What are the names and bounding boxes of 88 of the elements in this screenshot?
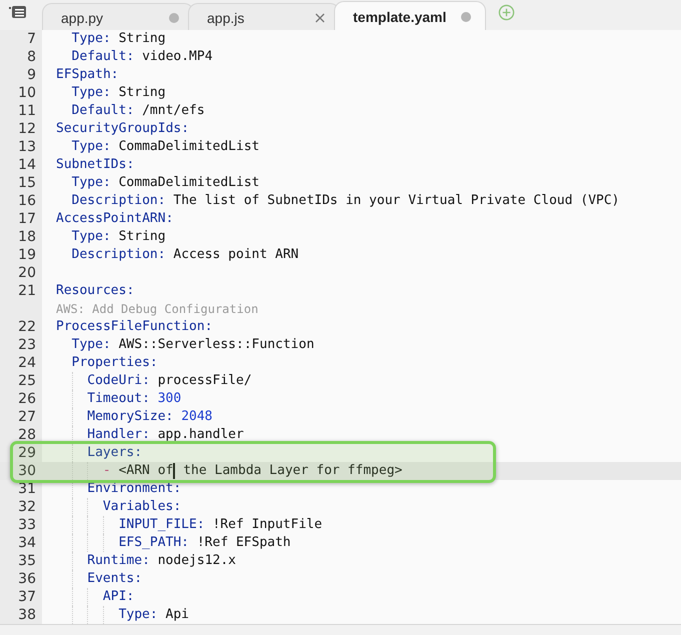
yaml-key: Type: [72, 30, 111, 48]
yaml-key: Type: [72, 84, 111, 102]
line-number: 16 [18, 193, 36, 209]
yaml-value: app.handler [158, 426, 244, 444]
line-number: 10 [18, 85, 36, 101]
code-text: the Lambda Layer for ffmpeg> [182, 462, 402, 480]
line-number: 23 [18, 337, 36, 353]
line-number: 26 [18, 391, 36, 407]
yaml-key: Type: [118, 606, 158, 624]
yaml-key: Variables: [102, 498, 182, 516]
yaml-value: String [118, 228, 166, 246]
unsaved-dot [461, 12, 471, 22]
line-number: 8 [27, 49, 36, 65]
line-number: 27 [18, 409, 36, 425]
yaml-key: CodeUri: [87, 372, 150, 390]
line-number: 7 [27, 31, 36, 47]
yaml-key: Type: [72, 174, 111, 192]
yaml-value: processFile/ [158, 372, 252, 390]
line-number: 20 [18, 265, 36, 281]
line-number: 35 [18, 553, 36, 569]
line-number: 25 [18, 373, 36, 389]
line-number: 30 [18, 463, 36, 479]
line-number: 19 [18, 247, 36, 263]
line-number: 18 [18, 229, 36, 245]
yaml-value: video.MP4 [142, 48, 213, 66]
yaml-key: MemorySize: [87, 408, 174, 426]
close-icon[interactable] [315, 12, 325, 22]
yaml-key: EFSpath: [56, 66, 119, 84]
yaml-key: Type: [72, 336, 111, 354]
yaml-value: !Ref InputFile [212, 516, 322, 534]
yaml-key: Default: [72, 102, 134, 120]
yaml-key: Type: [72, 228, 111, 246]
yaml-key: SubnetIDs: [56, 156, 134, 174]
yaml-value: String [118, 84, 166, 102]
yaml-value: /mnt/efs [142, 102, 205, 120]
line-number: 14 [18, 157, 36, 173]
yaml-key: ProcessFileFunction: [56, 318, 213, 336]
line-number: 28 [18, 427, 36, 443]
yaml-value: AWS::Serverless::Function [118, 336, 314, 354]
yaml-key: SecurityGroupIds: [56, 120, 190, 138]
line-number: 17 [18, 211, 36, 227]
yaml-value: Api [166, 606, 190, 624]
yaml-key: Properties: [72, 354, 158, 372]
line-number: 22 [18, 319, 36, 335]
line-number: 13 [18, 139, 36, 155]
yaml-value: 300 [158, 390, 182, 408]
yaml-key: Events: [87, 570, 142, 588]
yaml-value: !Ref EFSpath [196, 534, 291, 552]
yaml-key: Type: [72, 138, 111, 156]
yaml-key: AccessPointARN: [56, 210, 174, 228]
line-number: 36 [18, 571, 36, 587]
line-number: 12 [18, 121, 36, 137]
line-number: 24 [18, 355, 36, 371]
yaml-key: API: [102, 588, 134, 606]
line-number: 31 [18, 481, 36, 497]
yaml-value: 2048 [181, 408, 213, 426]
line-number: 38 [18, 607, 36, 623]
yaml-key: Runtime: [87, 552, 150, 570]
yaml-value: CommaDelimitedList [118, 138, 260, 156]
yaml-key: Handler: [87, 426, 150, 444]
yaml-key: Description: [72, 246, 166, 264]
line-number: 33 [18, 517, 36, 533]
line-number: 15 [18, 175, 36, 191]
yaml-value: CommaDelimitedList [118, 174, 260, 192]
line-number: 34 [18, 535, 36, 551]
yaml-key: Description: [72, 192, 166, 210]
line-number: 11 [18, 103, 36, 119]
line-number: 32 [18, 499, 36, 515]
yaml-key: INPUT_FILE: [118, 516, 205, 534]
list-dash: - [102, 462, 111, 480]
yaml-key: EFS_PATH: [118, 534, 190, 552]
yaml-value: String [118, 30, 166, 48]
file-list-icon[interactable] [8, 4, 28, 20]
yaml-value: Access point ARN [173, 246, 299, 264]
code-text: <ARN of [118, 462, 174, 480]
unsaved-dot [169, 12, 179, 22]
line-number: 9 [27, 67, 36, 83]
yaml-key: Resources: [56, 282, 134, 300]
line-number: 21 [18, 283, 36, 299]
yaml-key: Layers: [87, 444, 142, 462]
yaml-key: Default: [72, 48, 134, 66]
yaml-key: Timeout: [87, 390, 150, 408]
yaml-value: The list of SubnetIDs in your Virtual Private Cloud (VPC) [173, 192, 620, 210]
yaml-key: Environment: [87, 480, 182, 498]
line-number: 37 [18, 589, 36, 605]
yaml-value: nodejs12.x [158, 552, 236, 570]
line-number: 29 [18, 445, 36, 461]
file-tab[interactable]: template.yaml [334, 1, 486, 31]
